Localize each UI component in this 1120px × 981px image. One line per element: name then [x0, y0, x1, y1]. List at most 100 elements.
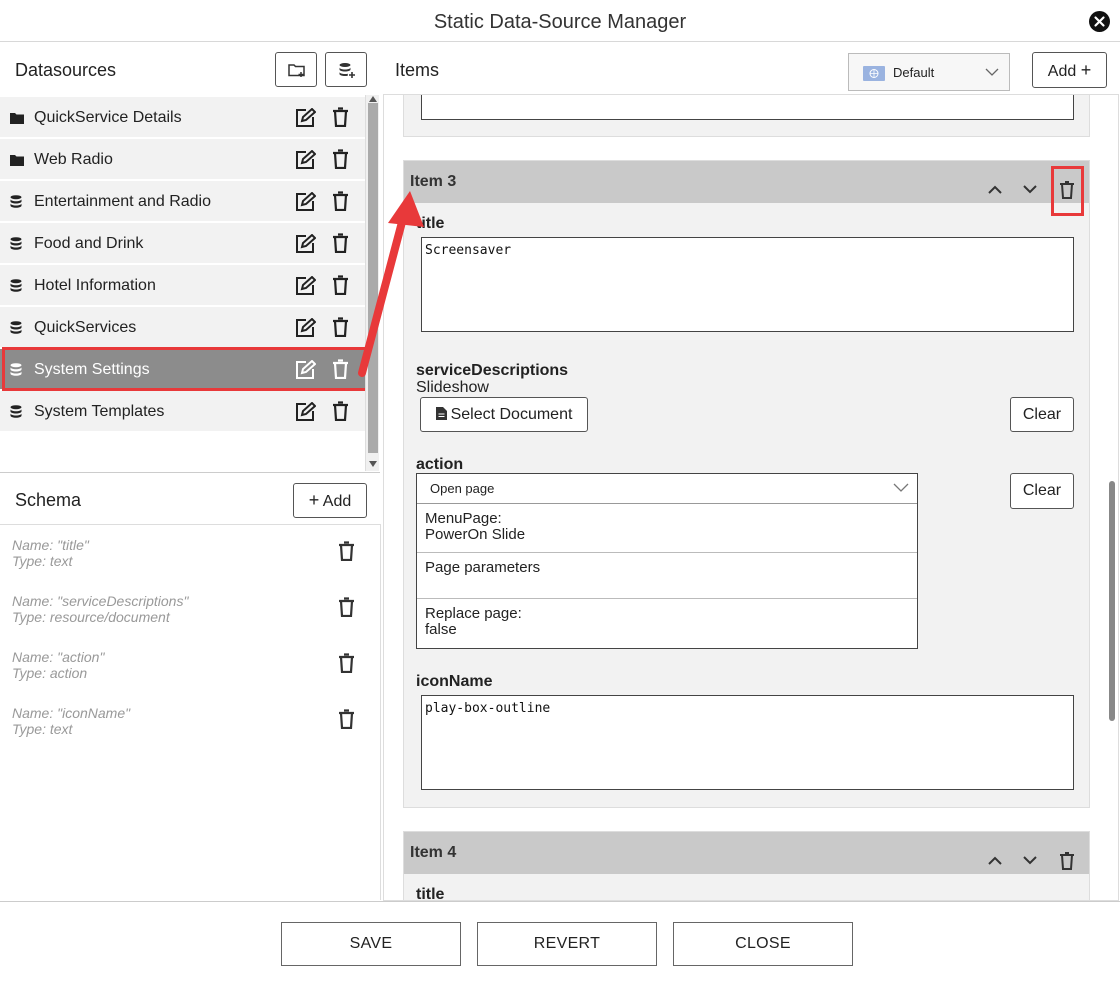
schema-field-type: Type: text: [12, 553, 73, 569]
schema-field-name: Name: "title": [12, 537, 89, 553]
schema-field-name: Name: "serviceDescriptions": [12, 593, 189, 609]
plus-icon: +: [1080, 60, 1092, 80]
datasource-item[interactable]: Hotel Information: [0, 265, 365, 305]
database-icon: [10, 279, 22, 297]
select-document-button[interactable]: Select Document: [420, 397, 588, 432]
datasource-label: Hotel Information: [34, 277, 156, 294]
clear-action-button[interactable]: Clear: [1010, 473, 1074, 509]
datasources-title: Datasources: [15, 60, 117, 80]
datasource-label: Entertainment and Radio: [34, 193, 211, 210]
action-select[interactable]: Open page: [417, 474, 917, 504]
item-4-title: Item 4: [410, 844, 457, 861]
service-descriptions-value: Slideshow: [416, 379, 489, 396]
revert-button[interactable]: REVERT: [477, 922, 657, 966]
action-param-row[interactable]: MenuPage: PowerOn Slide: [417, 504, 917, 552]
datasource-item[interactable]: Web Radio: [0, 139, 365, 179]
datasource-item[interactable]: QuickServices: [0, 307, 365, 347]
database-icon: [10, 405, 22, 423]
chevron-down-icon[interactable]: [1023, 185, 1037, 194]
datasource-label: QuickService Details: [34, 109, 182, 126]
edit-icon[interactable]: [294, 317, 317, 344]
close-icon[interactable]: [1089, 11, 1110, 32]
datasource-list: QuickService Details Web Radio Entertainme…: [0, 95, 365, 471]
icon-name-textarea[interactable]: play-box-outline: [421, 695, 1074, 790]
delete-icon[interactable]: [338, 709, 355, 734]
edit-icon[interactable]: [294, 233, 317, 260]
icon-name-label: iconName: [416, 673, 493, 690]
item-3-panel: Item 3 title Screensaver serviceDescript…: [403, 160, 1090, 808]
delete-icon[interactable]: [338, 597, 355, 622]
edit-icon[interactable]: [294, 401, 317, 428]
save-button[interactable]: SAVE: [281, 922, 461, 966]
schema-field: Name: "title" Type: text: [12, 537, 89, 569]
delete-icon[interactable]: [332, 401, 349, 426]
un-flag-icon: [863, 66, 885, 81]
edit-icon[interactable]: [294, 107, 317, 134]
edit-icon[interactable]: [294, 359, 317, 386]
chevron-down-icon[interactable]: [1023, 856, 1037, 865]
item-3-header: Item 3: [404, 161, 1089, 203]
add-folder-button[interactable]: [275, 52, 317, 87]
datasource-item[interactable]: QuickService Details: [0, 97, 365, 137]
datasource-label: Web Radio: [34, 151, 113, 168]
item-panel: [403, 95, 1090, 137]
schema-field-type: Type: resource/document: [12, 609, 170, 625]
database-icon: [10, 321, 22, 339]
schema-field-name: Name: "action": [12, 649, 105, 665]
schema-add-button[interactable]: + Add: [293, 483, 367, 518]
action-select-value: Open page: [430, 481, 495, 496]
items-title: Items: [395, 60, 440, 80]
datasource-label: System Templates: [34, 403, 165, 420]
delete-icon[interactable]: [332, 107, 349, 132]
window-title: Static Data-Source Manager: [433, 11, 687, 33]
schema-field: Name: "action" Type: action: [12, 649, 104, 681]
language-value: Default: [893, 65, 935, 80]
service-descriptions-label: serviceDescriptions: [416, 362, 569, 379]
schema-title: Schema: [15, 490, 82, 510]
datasource-label: QuickServices: [34, 319, 137, 336]
delete-icon[interactable]: [338, 653, 355, 678]
chevron-up-icon[interactable]: [988, 185, 1002, 194]
edit-icon[interactable]: [294, 149, 317, 176]
clear-document-button[interactable]: Clear: [1010, 397, 1074, 432]
title-textarea[interactable]: Screensaver: [421, 237, 1074, 332]
chevron-up-icon[interactable]: [988, 856, 1002, 865]
close-button[interactable]: CLOSE: [673, 922, 853, 966]
action-label: action: [416, 456, 464, 473]
delete-icon[interactable]: [338, 541, 355, 566]
database-icon: [10, 237, 22, 255]
item-4-panel: Item 4 title: [403, 831, 1090, 901]
schema-field-name: Name: "iconName": [12, 705, 131, 721]
textarea[interactable]: [421, 95, 1074, 120]
schema-field: Name: "iconName" Type: text: [12, 705, 130, 737]
datasource-item[interactable]: System Settings: [0, 349, 365, 389]
items-scrollbar-thumb[interactable]: [1109, 481, 1115, 721]
highlight-box: [1051, 166, 1084, 216]
item-4-header: Item 4: [404, 832, 1089, 874]
add-database-icon: [339, 63, 355, 78]
delete-icon[interactable]: [332, 149, 349, 174]
items-add-button[interactable]: Add +: [1032, 52, 1107, 88]
add-datasource-button[interactable]: [325, 52, 367, 87]
items-scroll-area: Item 3 title Screensaver serviceDescript…: [383, 94, 1119, 901]
datasource-label: Food and Drink: [34, 235, 144, 252]
schema-field-type: Type: action: [12, 665, 88, 681]
action-param-row[interactable]: Replace page: false: [417, 598, 917, 648]
datasource-item[interactable]: System Templates: [0, 391, 365, 431]
edit-icon[interactable]: [294, 275, 317, 302]
add-folder-icon: [288, 64, 305, 77]
database-icon: [10, 363, 22, 381]
datasource-item[interactable]: Entertainment and Radio: [0, 181, 365, 221]
action-editor: Open page MenuPage: PowerOn Slide Page par…: [416, 473, 918, 649]
chevron-down-icon: [985, 68, 999, 76]
edit-icon[interactable]: [294, 191, 317, 218]
folder-icon: [10, 153, 24, 171]
document-icon: [435, 407, 447, 420]
schema-field-type: Type: text: [12, 721, 73, 737]
database-icon: [10, 195, 22, 213]
item-4-title-label: title: [416, 886, 445, 901]
datasource-item[interactable]: Food and Drink: [0, 223, 365, 263]
action-param-row[interactable]: Page parameters: [417, 552, 917, 598]
language-select[interactable]: Default: [848, 53, 1010, 91]
delete-icon[interactable]: [1059, 852, 1075, 870]
